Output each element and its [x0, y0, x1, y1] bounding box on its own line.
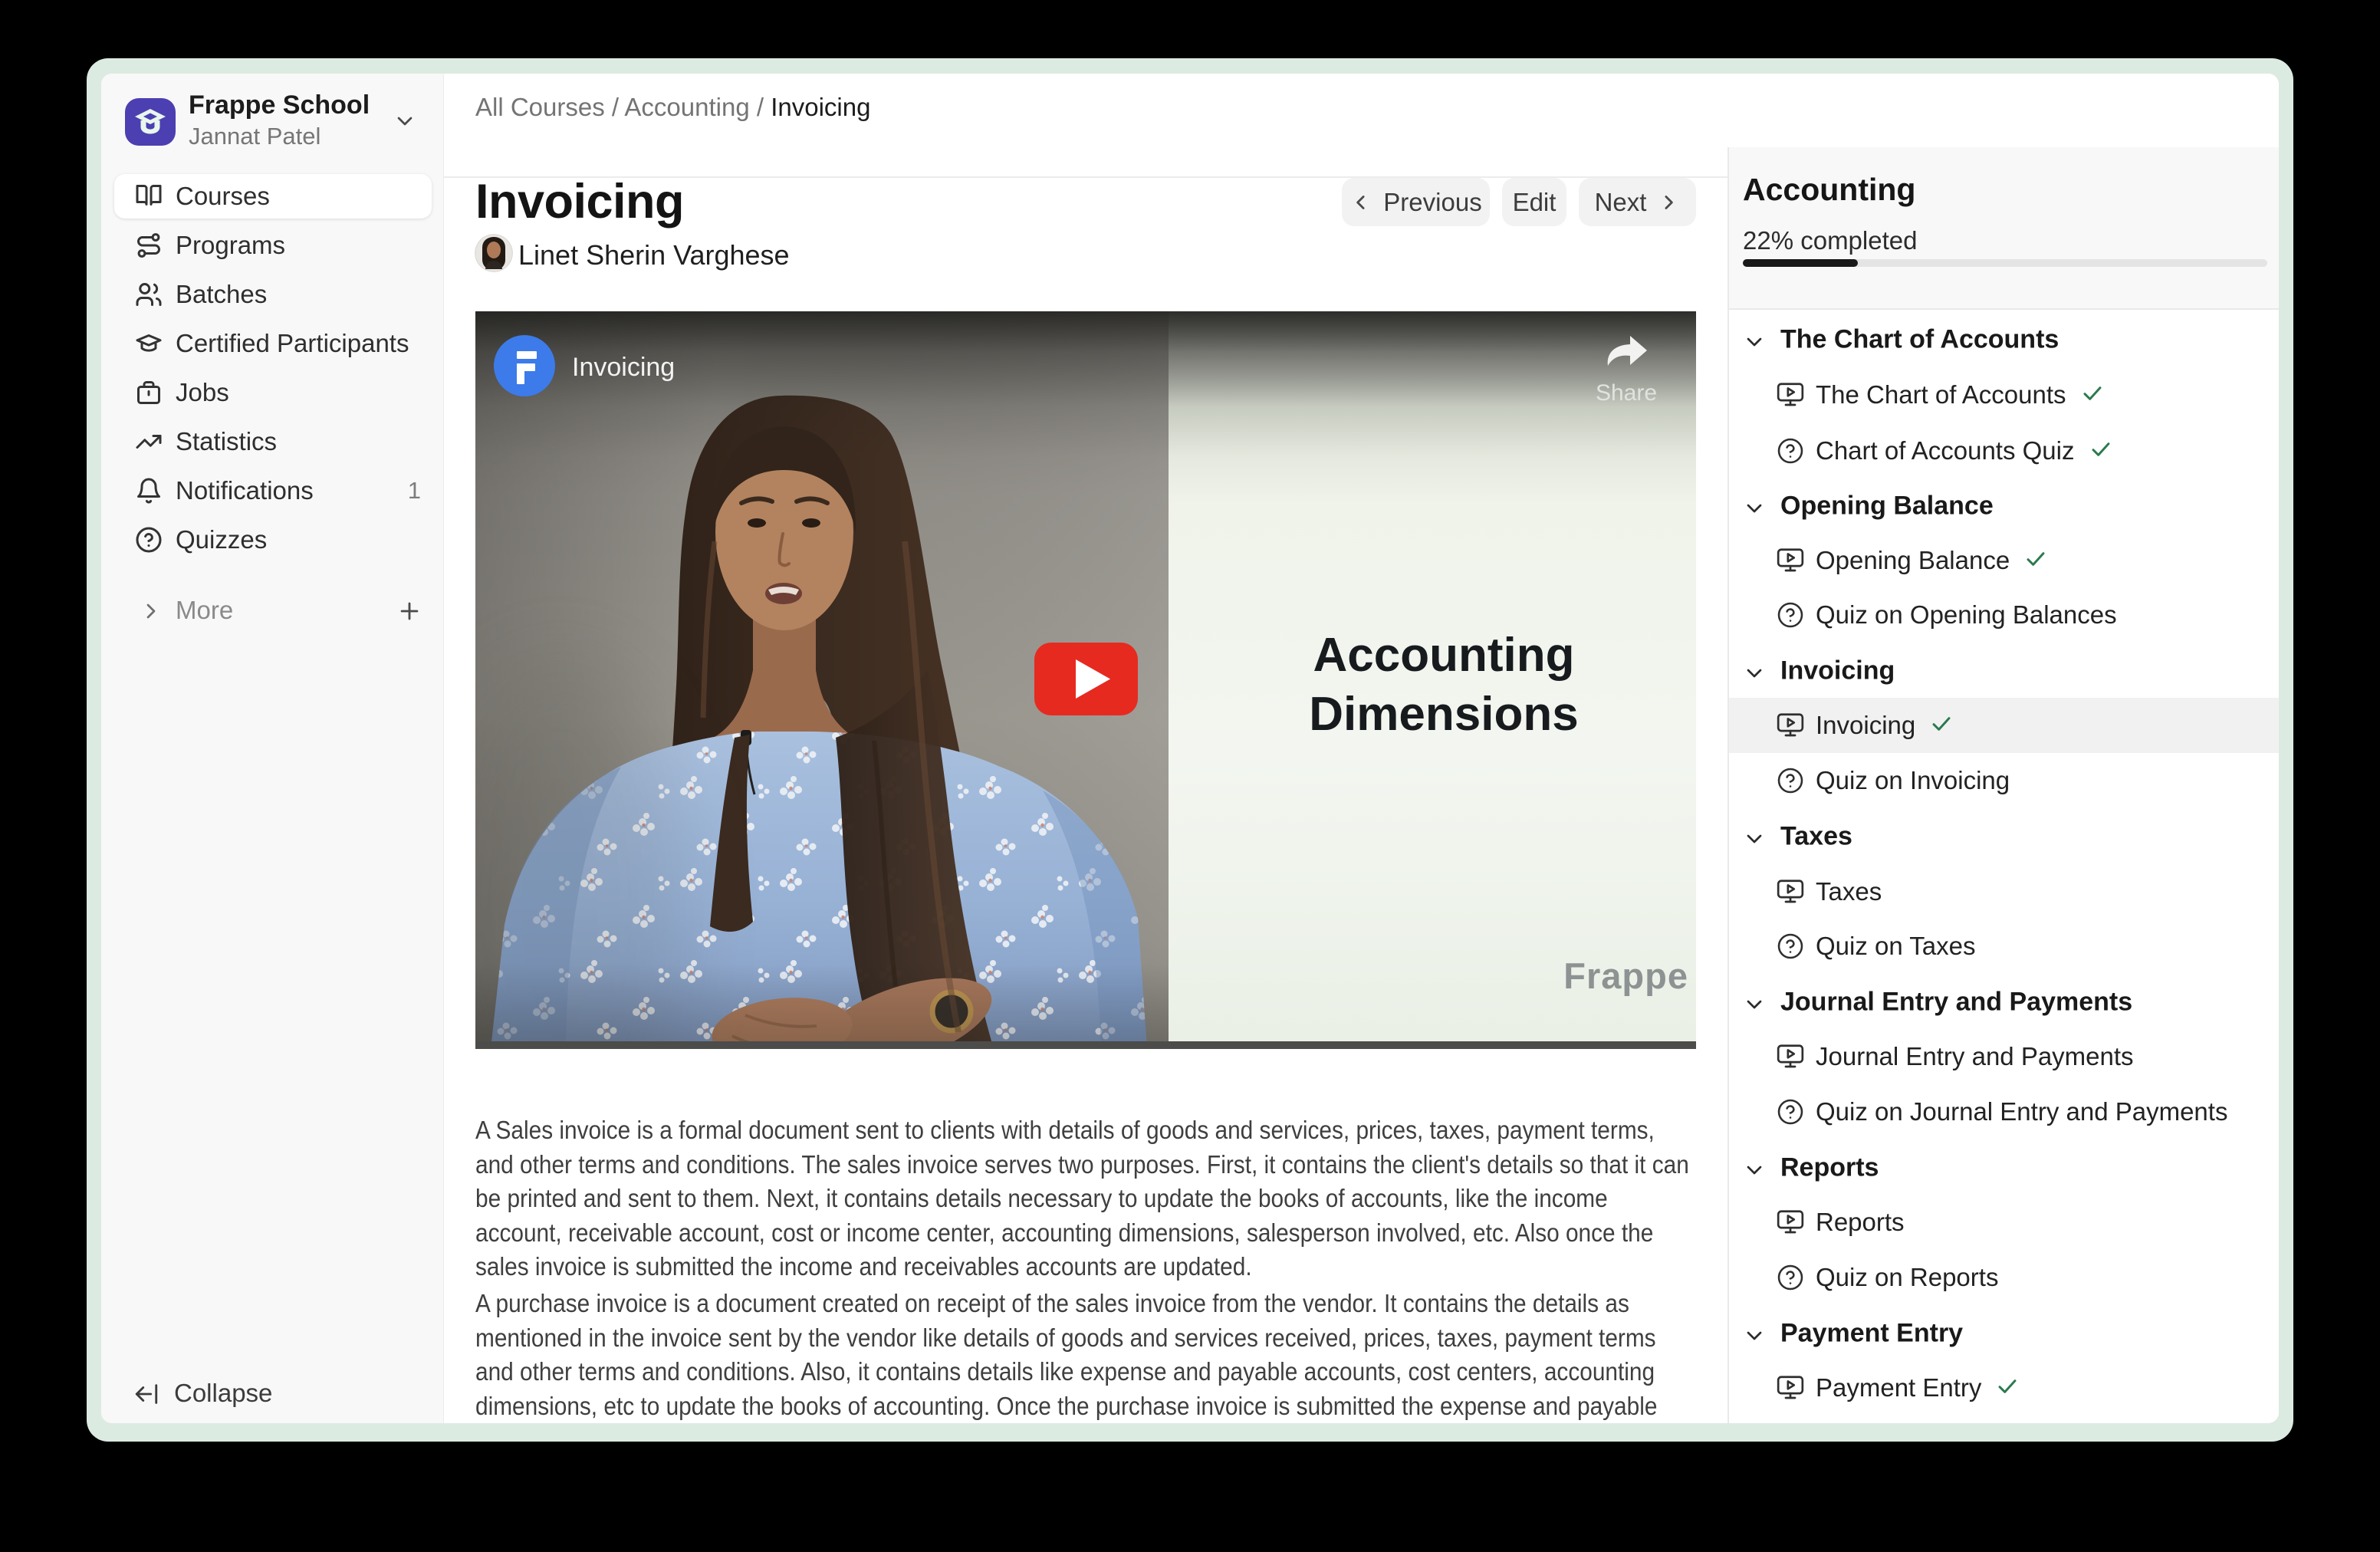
svg-text:Accounting: Accounting: [1313, 629, 1575, 682]
svg-text:Dimensions: Dimensions: [1309, 688, 1578, 741]
svg-text:Share: Share: [1596, 380, 1657, 406]
svg-text:Frappe: Frappe: [1563, 955, 1688, 996]
svg-text:Invoicing: Invoicing: [572, 353, 675, 382]
